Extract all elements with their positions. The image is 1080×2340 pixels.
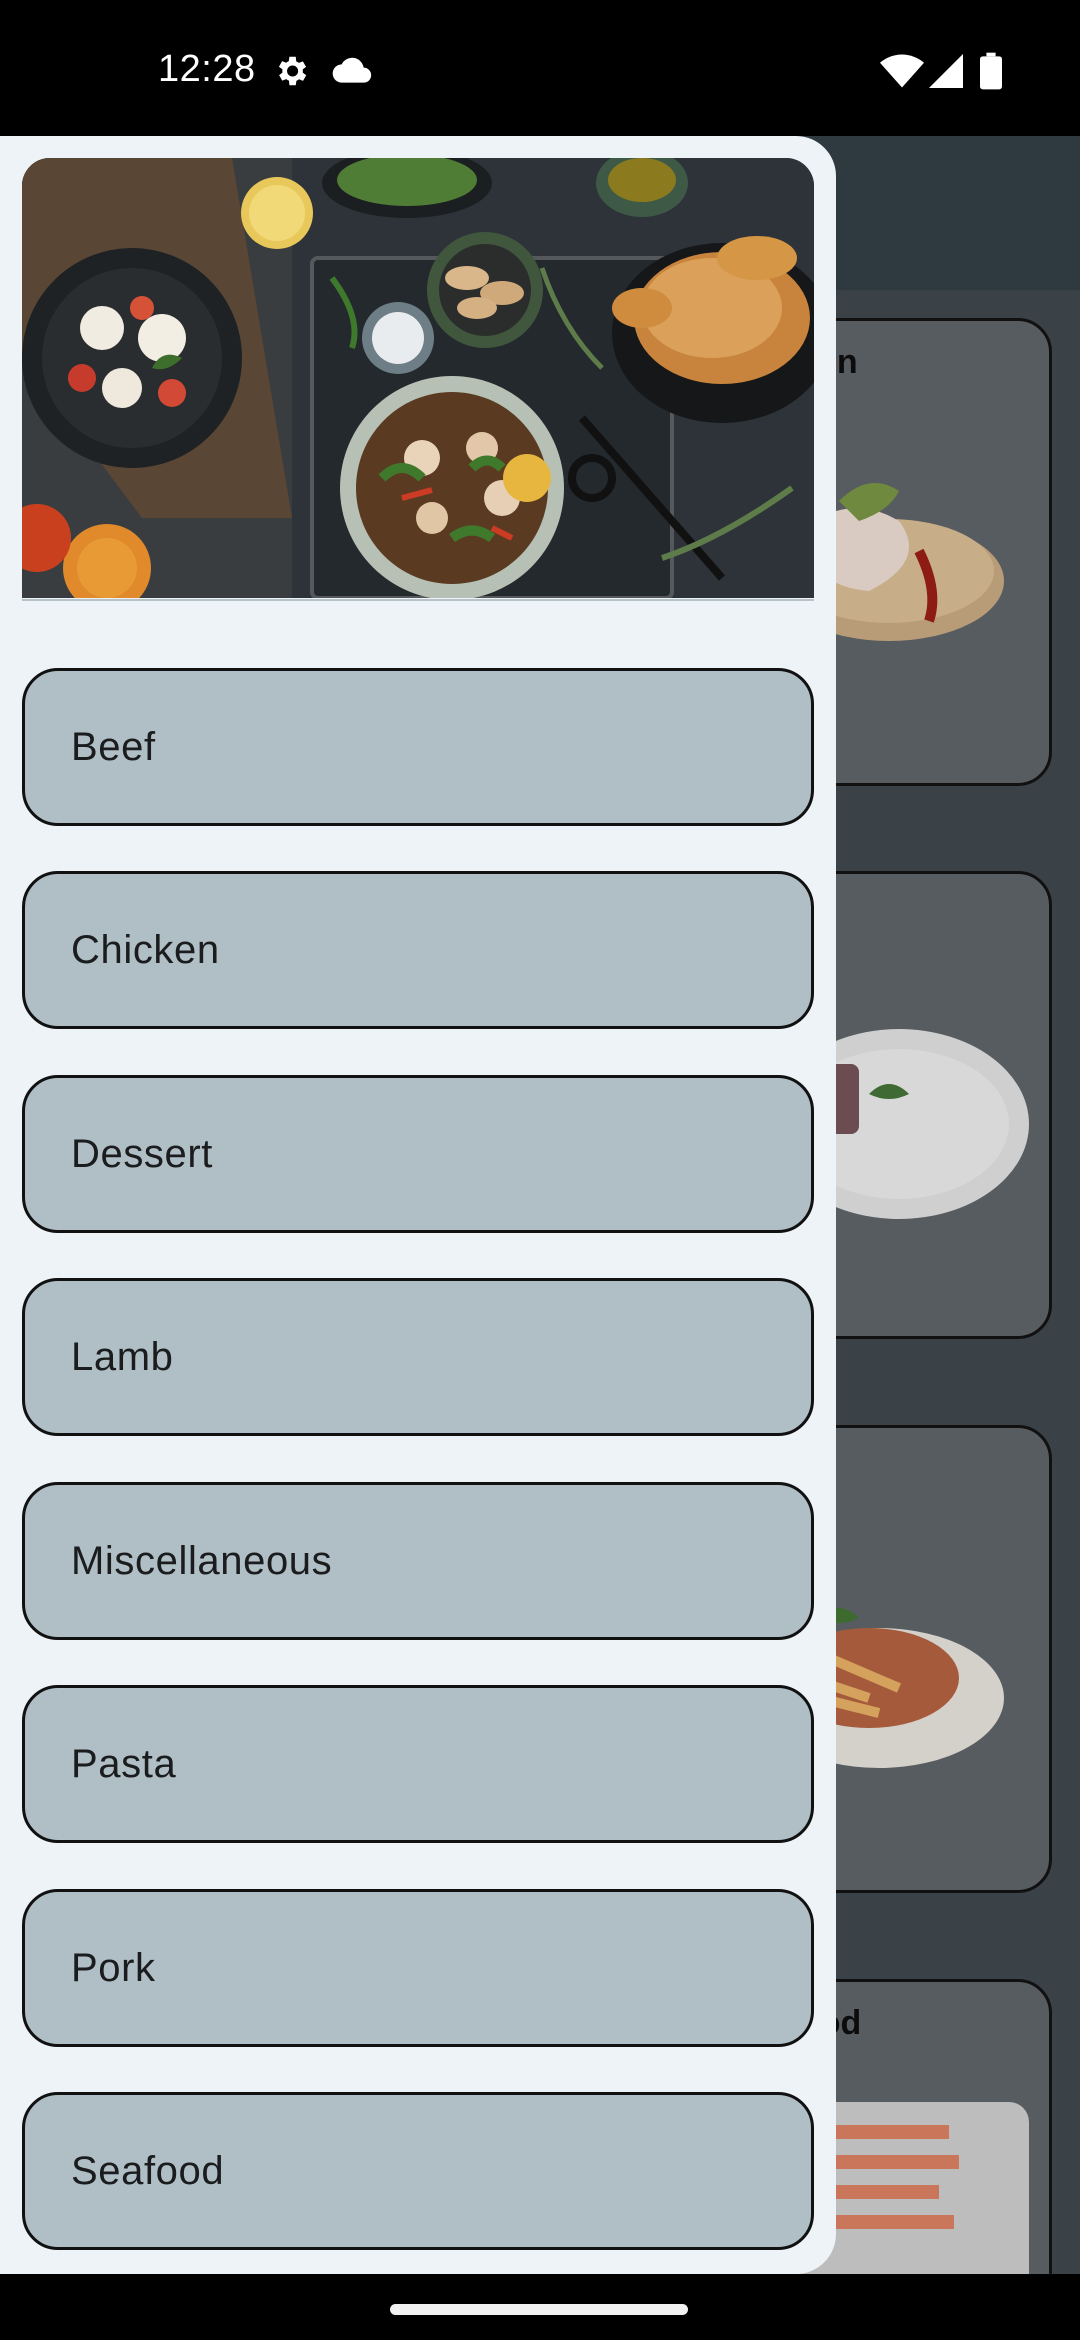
system-navigation-bar: [0, 2274, 1080, 2340]
drawer-item-chicken[interactable]: Chicken: [22, 871, 814, 1029]
wifi-icon: [880, 54, 924, 93]
drawer-item-beef[interactable]: Beef: [22, 668, 814, 826]
drawer-divider: [22, 599, 814, 601]
drawer-item-label: Lamb: [71, 1334, 174, 1379]
drawer-item-dessert[interactable]: Dessert: [22, 1075, 814, 1233]
drawer-item-label: Beef: [71, 724, 156, 769]
home-gesture-handle[interactable]: [390, 2304, 688, 2315]
navigation-drawer: Beef Chicken Dessert Lamb Miscellaneous …: [0, 136, 836, 2274]
drawer-item-label: Pork: [71, 1945, 156, 1990]
drawer-item-pork[interactable]: Pork: [22, 1889, 814, 2047]
battery-icon: [980, 52, 1002, 95]
settings-gear-icon: [272, 52, 310, 95]
cellular-signal-icon: [928, 54, 964, 93]
food-spread-image: [22, 158, 814, 598]
drawer-item-lamb[interactable]: Lamb: [22, 1278, 814, 1436]
drawer-item-miscellaneous[interactable]: Miscellaneous: [22, 1482, 814, 1640]
drawer-item-label: Dessert: [71, 1131, 214, 1176]
drawer-item-label: Miscellaneous: [71, 1538, 333, 1583]
drawer-item-label: Seafood: [71, 2148, 225, 2193]
drawer-item-pasta[interactable]: Pasta: [22, 1685, 814, 1843]
drawer-item-label: Pasta: [71, 1741, 177, 1786]
screen: 12:28 ken b: [0, 0, 1080, 2340]
cloud-icon: [332, 56, 372, 91]
status-bar: 12:28: [0, 0, 1080, 136]
drawer-item-seafood[interactable]: Seafood: [22, 2092, 814, 2250]
drawer-item-label: Chicken: [71, 927, 220, 972]
status-time: 12:28: [158, 48, 256, 90]
